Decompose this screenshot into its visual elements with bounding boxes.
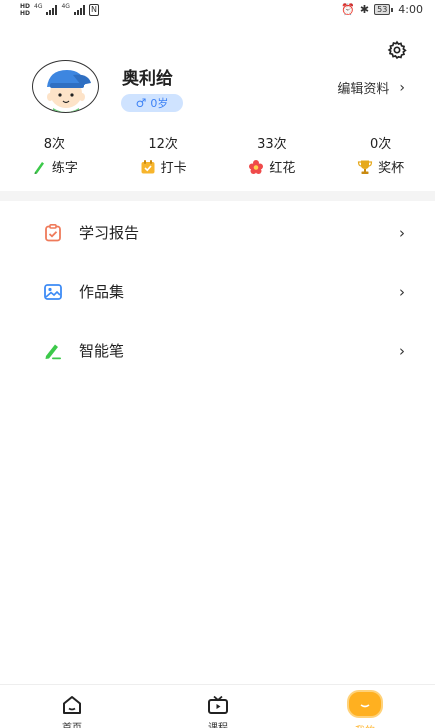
alarm-icon: ⏰ — [341, 3, 355, 16]
trophy-icon — [358, 160, 373, 174]
menu-item-study-report[interactable]: 学习报告 › — [0, 203, 435, 262]
nav-home[interactable]: 首页 — [32, 685, 112, 728]
calendar-check-icon — [141, 159, 155, 173]
menu-label: 作品集 — [79, 283, 125, 301]
nav-course[interactable]: 课程 — [178, 685, 258, 728]
stats-row: 8次 练字 12次 打卡 33次 红花 0次 奖杯 — [0, 133, 435, 176]
hd-indicator: HD HD — [20, 3, 31, 17]
menu-list: 学习报告 › 作品集 › 智能笔 › — [0, 203, 435, 380]
report-icon — [45, 223, 61, 241]
bluetooth-icon: ✱ — [359, 3, 370, 16]
nav-me-label: 我的 — [347, 722, 383, 728]
home-icon — [63, 696, 81, 714]
edit-profile-label: 编辑资料 — [337, 82, 390, 97]
gender-age-badge: ♂ 0岁 — [121, 94, 183, 112]
me-icon[interactable] — [347, 690, 383, 718]
clock: 4:00 — [398, 3, 423, 16]
stat-label: 红花 — [269, 161, 296, 176]
stat-label: 打卡 — [160, 161, 187, 176]
smile-face-icon — [360, 704, 370, 708]
nav-label: 首页 — [32, 719, 112, 728]
status-bar-left: HD HD 4G 4G N — [20, 3, 99, 17]
status-bar-right: ⏰ ✱ 53 4:00 — [341, 3, 423, 16]
boy-avatar-icon — [47, 70, 91, 112]
signal-icon-2 — [73, 5, 85, 15]
network-type-2: 4G — [61, 3, 70, 10]
stat-count: 33次 — [257, 137, 287, 152]
stat-checkin[interactable]: 12次 打卡 — [109, 133, 218, 176]
menu-item-smart-pen[interactable]: 智能笔 › — [0, 321, 435, 380]
battery-icon: 53 — [374, 4, 394, 15]
age-text: 0岁 — [150, 97, 169, 110]
stat-label: 练字 — [51, 161, 78, 176]
smart-pen-icon — [45, 344, 61, 359]
gallery-icon — [44, 283, 62, 300]
section-divider — [0, 191, 435, 201]
avatar[interactable] — [32, 60, 99, 113]
stat-trophy[interactable]: 0次 奖杯 — [326, 133, 435, 176]
network-type-1: 4G — [34, 3, 43, 10]
chevron-right-icon: › — [399, 341, 405, 360]
menu-label: 智能笔 — [79, 342, 125, 360]
stat-practice[interactable]: 8次 练字 — [0, 133, 109, 176]
red-flower-icon — [249, 159, 264, 174]
chevron-right-icon: › — [399, 223, 405, 242]
menu-label: 学习报告 — [79, 224, 140, 242]
chevron-right-icon: › — [399, 79, 405, 96]
stat-count: 0次 — [369, 137, 392, 152]
stat-red-flower[interactable]: 33次 红花 — [218, 133, 327, 176]
username: 奥利给 — [122, 69, 173, 89]
stat-count: 12次 — [148, 137, 178, 152]
chevron-right-icon: › — [399, 282, 405, 301]
male-icon: ♂ — [135, 96, 147, 110]
status-bar: HD HD 4G 4G N ⏰ ✱ 53 4:00 — [0, 0, 435, 22]
menu-item-portfolio[interactable]: 作品集 › — [0, 262, 435, 321]
tv-icon — [208, 695, 228, 714]
signal-icon — [46, 5, 58, 15]
nav-label: 课程 — [178, 719, 258, 728]
pencil-icon — [34, 161, 44, 174]
nfc-icon: N — [88, 4, 99, 16]
stat-label: 奖杯 — [378, 161, 405, 176]
edit-profile-link[interactable]: 编辑资料 › — [337, 78, 405, 98]
stat-count: 8次 — [43, 137, 66, 152]
settings-gear-icon[interactable] — [387, 40, 407, 60]
